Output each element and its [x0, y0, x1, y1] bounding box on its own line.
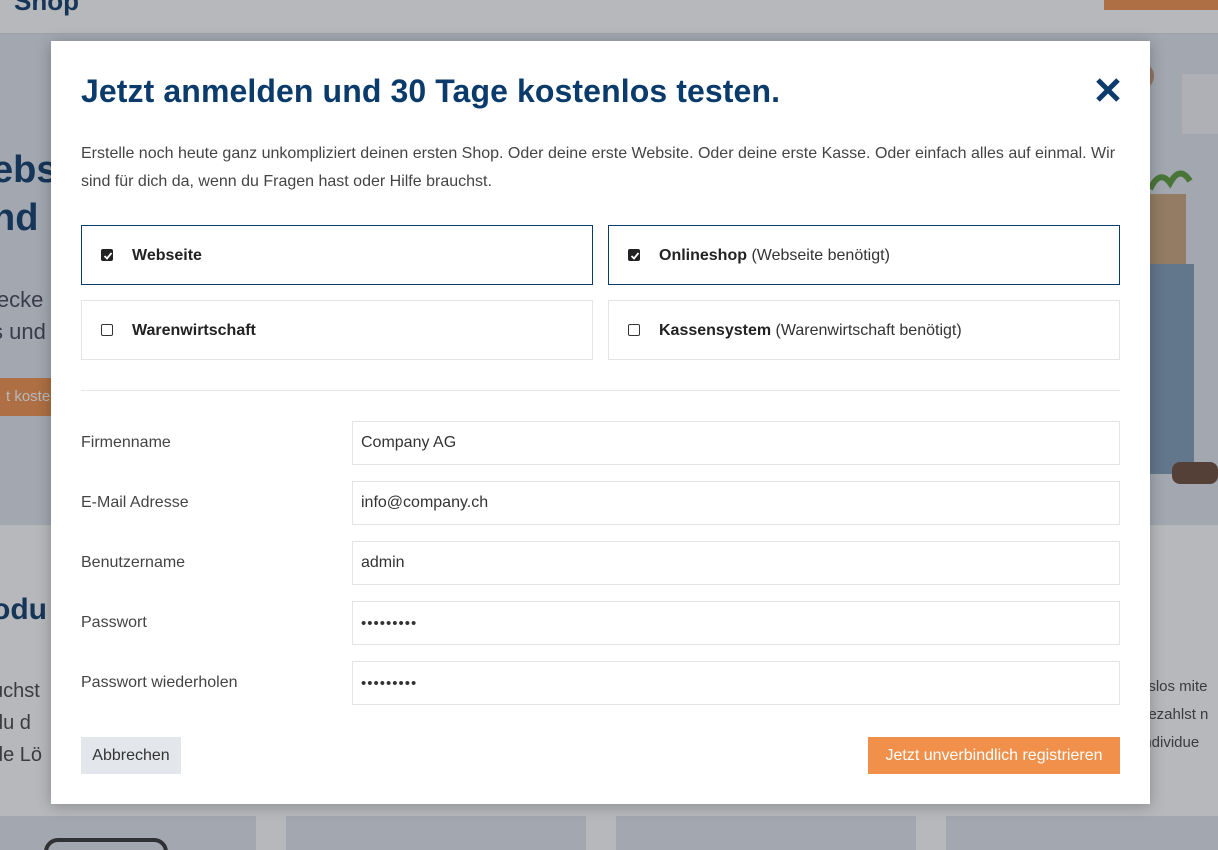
form-row-password-repeat: Passwort wiederholen — [81, 661, 1120, 705]
checkbox-warenwirtschaft[interactable] — [101, 324, 113, 336]
option-note: (Warenwirtschaft benötigt) — [775, 322, 962, 339]
close-button[interactable] — [1091, 73, 1125, 107]
username-label: Benutzername — [81, 554, 186, 571]
option-warenwirtschaft[interactable]: Warenwirtschaft — [81, 300, 593, 360]
password-input[interactable] — [352, 601, 1120, 645]
divider — [81, 390, 1120, 391]
option-name: Webseite — [132, 247, 202, 264]
signup-modal: Jetzt anmelden und 30 Tage kostenlos tes… — [51, 41, 1150, 804]
checkmark-icon — [630, 252, 640, 260]
modal-title: Jetzt anmelden und 30 Tage kostenlos tes… — [81, 73, 781, 109]
form-row-email: E-Mail Adresse — [81, 481, 1120, 525]
option-kassensystem[interactable]: Kassensystem (Warenwirtschaft benötigt) — [608, 300, 1120, 360]
password-repeat-label: Passwort wiederholen — [81, 674, 238, 691]
option-name: Onlineshop — [659, 247, 747, 264]
username-input[interactable] — [352, 541, 1120, 585]
checkbox-webseite[interactable] — [101, 249, 113, 261]
checkmark-icon — [103, 252, 113, 260]
close-icon — [1096, 78, 1120, 102]
register-button[interactable]: Jetzt unverbindlich registrieren — [868, 737, 1120, 774]
option-name: Kassensystem — [659, 322, 772, 339]
option-note: (Webseite benötigt) — [751, 247, 890, 264]
company-name-label: Firmenname — [81, 434, 171, 451]
form-row-username: Benutzername — [81, 541, 1120, 585]
email-label: E-Mail Adresse — [81, 494, 189, 511]
option-webseite[interactable]: Webseite — [81, 225, 593, 285]
checkbox-kassensystem[interactable] — [628, 324, 640, 336]
password-repeat-input[interactable] — [352, 661, 1120, 705]
password-label: Passwort — [81, 614, 147, 631]
option-label: Warenwirtschaft — [132, 321, 256, 341]
checkbox-onlineshop[interactable] — [628, 249, 640, 261]
option-onlineshop[interactable]: Onlineshop (Webseite benötigt) — [608, 225, 1120, 285]
modal-intro: Erstelle noch heute ganz unkompliziert d… — [81, 145, 1116, 190]
email-input[interactable] — [352, 481, 1120, 525]
form-row-company: Firmenname — [81, 421, 1120, 465]
form-row-password: Passwort — [81, 601, 1120, 645]
option-label: Kassensystem (Warenwirtschaft benötigt) — [659, 321, 962, 341]
option-label: Webseite — [132, 246, 202, 266]
option-label: Onlineshop (Webseite benötigt) — [659, 246, 890, 266]
company-name-input[interactable] — [352, 421, 1120, 465]
cancel-button[interactable]: Abbrechen — [81, 737, 181, 774]
option-name: Warenwirtschaft — [132, 322, 256, 339]
